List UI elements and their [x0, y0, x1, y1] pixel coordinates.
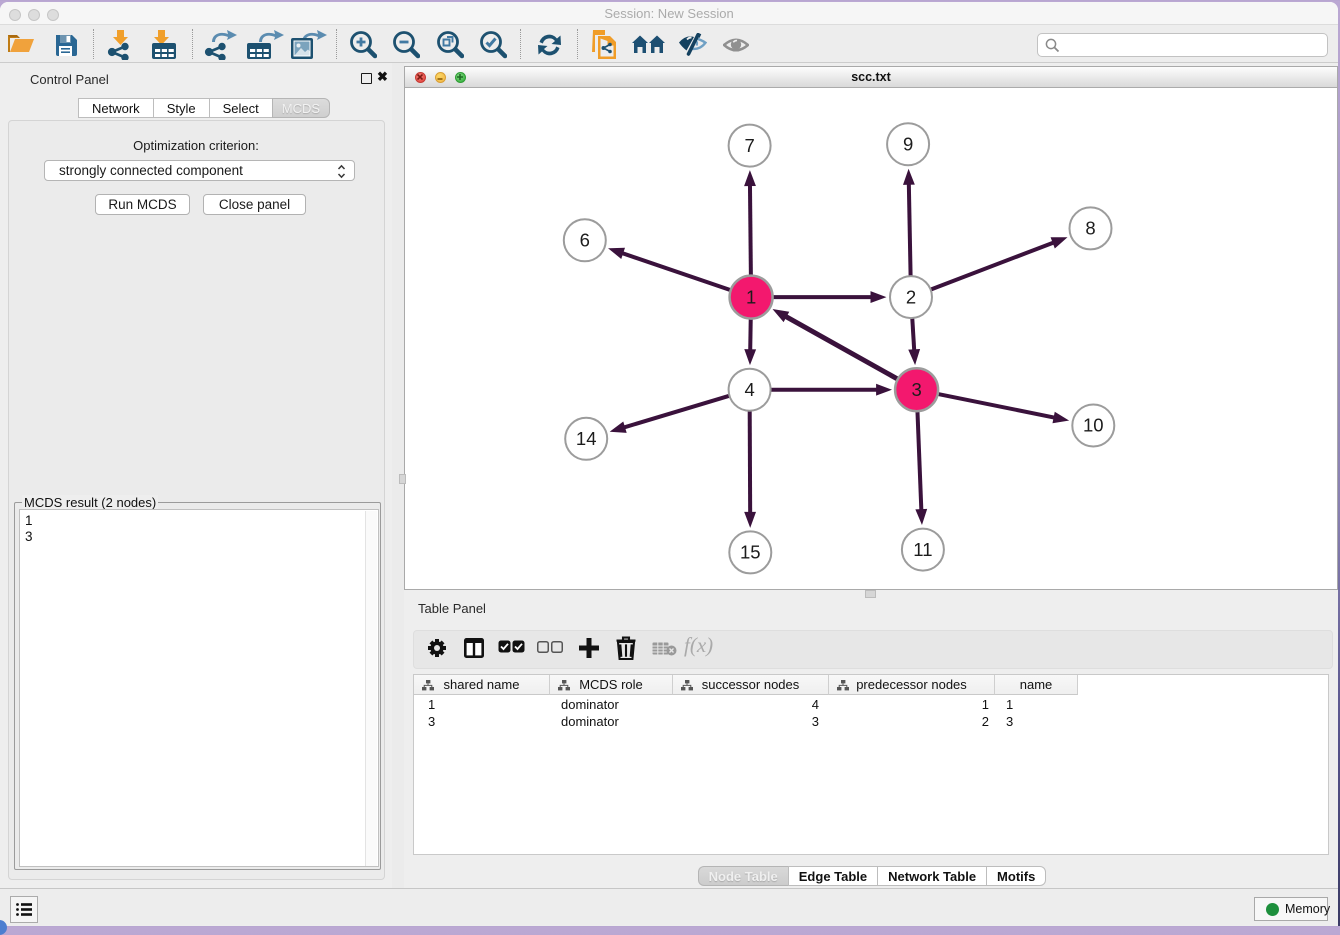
svg-text:4: 4: [744, 379, 754, 400]
svg-text:1: 1: [746, 286, 756, 307]
svg-text:14: 14: [576, 428, 597, 449]
svg-text:11: 11: [913, 539, 932, 560]
svg-text:7: 7: [744, 135, 754, 156]
svg-text:15: 15: [740, 542, 761, 563]
svg-text:3: 3: [911, 379, 921, 400]
svg-text:9: 9: [903, 133, 913, 154]
svg-text:8: 8: [1085, 218, 1095, 239]
svg-text:10: 10: [1083, 415, 1104, 436]
svg-text:6: 6: [580, 230, 590, 251]
svg-text:2: 2: [906, 286, 916, 307]
